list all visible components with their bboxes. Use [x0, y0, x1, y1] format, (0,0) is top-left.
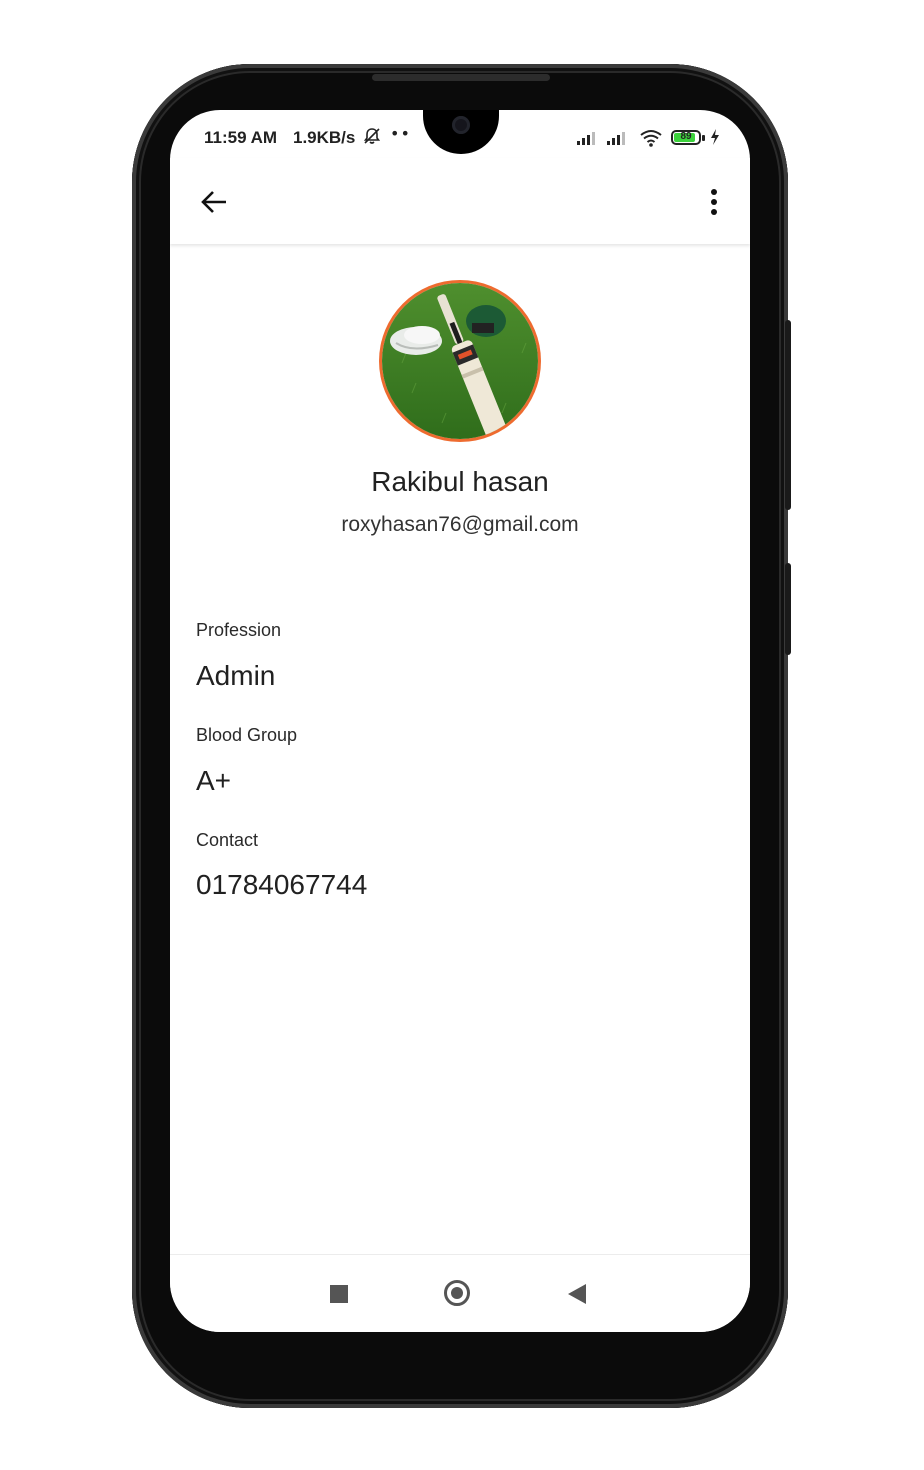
volume-button: [785, 320, 791, 510]
field-value-blood-group: A+: [196, 765, 232, 796]
screen: 11:59 AM 1.9KB/s •• 89 Rakibul hasan rox…: [170, 110, 750, 1332]
square-recent-icon[interactable]: [330, 1285, 348, 1303]
system-nav-bar: [170, 1254, 750, 1332]
field-value-contact[interactable]: 01784067744: [196, 869, 367, 901]
triangle-back-icon[interactable]: [568, 1284, 586, 1304]
status-time: 11:59 AM: [204, 128, 278, 147]
wifi-icon: [640, 130, 662, 147]
arrow-left-icon: [201, 191, 226, 213]
field-label-profession: Profession: [196, 620, 282, 640]
avatar[interactable]: [382, 283, 538, 439]
battery-level: 89: [680, 131, 692, 142]
app-bar: [170, 158, 750, 244]
more-options-button[interactable]: [690, 178, 738, 226]
field-value-profession: Admin: [196, 660, 276, 691]
signal-icon: [607, 132, 625, 145]
avatar-image: [382, 283, 538, 439]
more-dots-icon: ••: [390, 124, 411, 143]
power-button: [785, 563, 791, 655]
profile-name: Rakibul hasan: [371, 466, 549, 497]
battery-cap: [702, 135, 705, 141]
status-net-speed: 1.9KB/s: [293, 128, 356, 147]
more-vert-icon: [711, 189, 717, 215]
battery-icon: 89: [671, 130, 701, 145]
signal-icon: [577, 132, 595, 145]
circle-home-icon[interactable]: [444, 1280, 470, 1306]
profile-email: roxyhasan76@gmail.com: [341, 513, 579, 536]
bell-off-icon: [363, 128, 381, 144]
field-label-contact: Contact: [196, 830, 259, 850]
front-camera: [452, 116, 470, 134]
back-button[interactable]: [190, 178, 238, 226]
field-label-blood-group: Blood Group: [196, 725, 298, 745]
charging-icon: [711, 129, 719, 145]
earpiece-slot: [372, 74, 550, 81]
